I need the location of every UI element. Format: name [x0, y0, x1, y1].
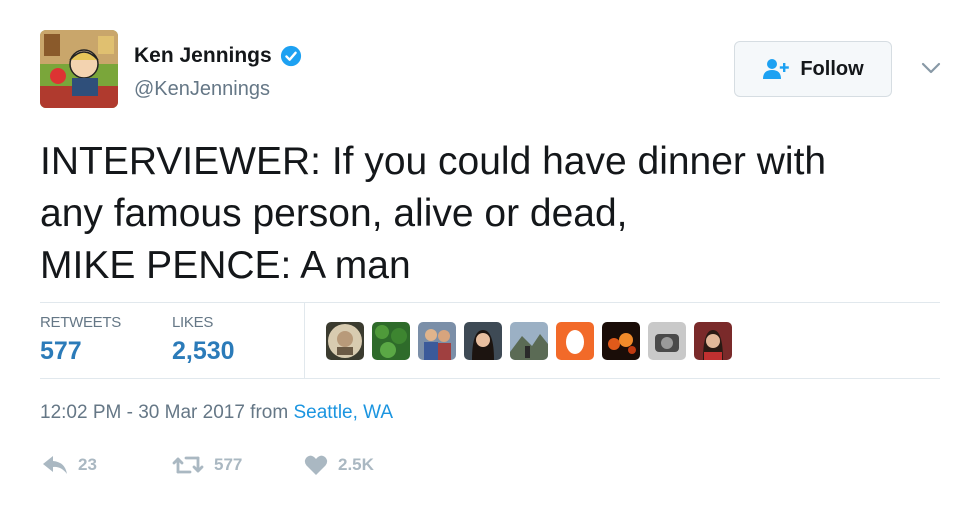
- tweet-timestamp[interactable]: 12:02 PM - 30 Mar 2017 from: [40, 402, 293, 423]
- stats-top-divider: [40, 302, 940, 303]
- tweet-line: INTERVIEWER: If you could have dinner wi…: [40, 140, 827, 183]
- liker-avatar[interactable]: [418, 322, 456, 360]
- reply-count: 23: [78, 455, 97, 474]
- retweet-button[interactable]: 577: [172, 454, 242, 476]
- verified-badge-icon: [280, 45, 301, 67]
- retweets-label: RETWEETS: [40, 314, 121, 331]
- follow-user-icon: [763, 59, 790, 79]
- liker-avatar[interactable]: [648, 322, 686, 360]
- tweet-line: any famous person, alive or dead,: [40, 192, 628, 235]
- stats-bottom-divider: [40, 378, 940, 379]
- like-button[interactable]: 2.5K: [304, 454, 374, 476]
- retweets-stat[interactable]: RETWEETS 577: [40, 314, 121, 366]
- follow-button[interactable]: Follow: [734, 41, 892, 97]
- liker-avatar[interactable]: [326, 322, 364, 360]
- liker-avatar[interactable]: [464, 322, 502, 360]
- tweet-line: MIKE PENCE: A man: [40, 244, 411, 287]
- retweets-value[interactable]: 577: [40, 337, 121, 366]
- follow-button-label: Follow: [800, 57, 864, 80]
- likes-value[interactable]: 2,530: [172, 337, 235, 366]
- tweet-text: INTERVIEWER: If you could have dinner wi…: [40, 136, 940, 292]
- author-name-text[interactable]: Ken Jennings: [134, 44, 272, 68]
- liker-avatar[interactable]: [510, 322, 548, 360]
- tweet-location-link[interactable]: Seattle, WA: [293, 402, 393, 423]
- likes-stat[interactable]: LIKES 2,530: [172, 314, 235, 366]
- author-name[interactable]: Ken Jennings: [134, 44, 302, 68]
- liker-avatar[interactable]: [694, 322, 732, 360]
- like-count: 2.5K: [338, 455, 374, 474]
- retweet-count: 577: [214, 455, 243, 474]
- likers-avatars: [326, 322, 732, 360]
- reply-icon: [43, 456, 67, 474]
- liker-avatar[interactable]: [372, 322, 410, 360]
- reply-button[interactable]: 23: [42, 454, 97, 476]
- retweet-icon: [172, 456, 204, 474]
- tweet-meta: 12:02 PM - 30 Mar 2017 from Seattle, WA: [40, 402, 393, 424]
- heart-icon: [304, 455, 328, 475]
- author-avatar[interactable]: [40, 30, 118, 108]
- liker-avatar[interactable]: [602, 322, 640, 360]
- chevron-down-icon[interactable]: [918, 58, 944, 78]
- likes-label: LIKES: [172, 314, 214, 331]
- liker-avatar[interactable]: [556, 322, 594, 360]
- stats-vertical-divider: [304, 303, 305, 378]
- author-handle[interactable]: @KenJennings: [134, 78, 270, 101]
